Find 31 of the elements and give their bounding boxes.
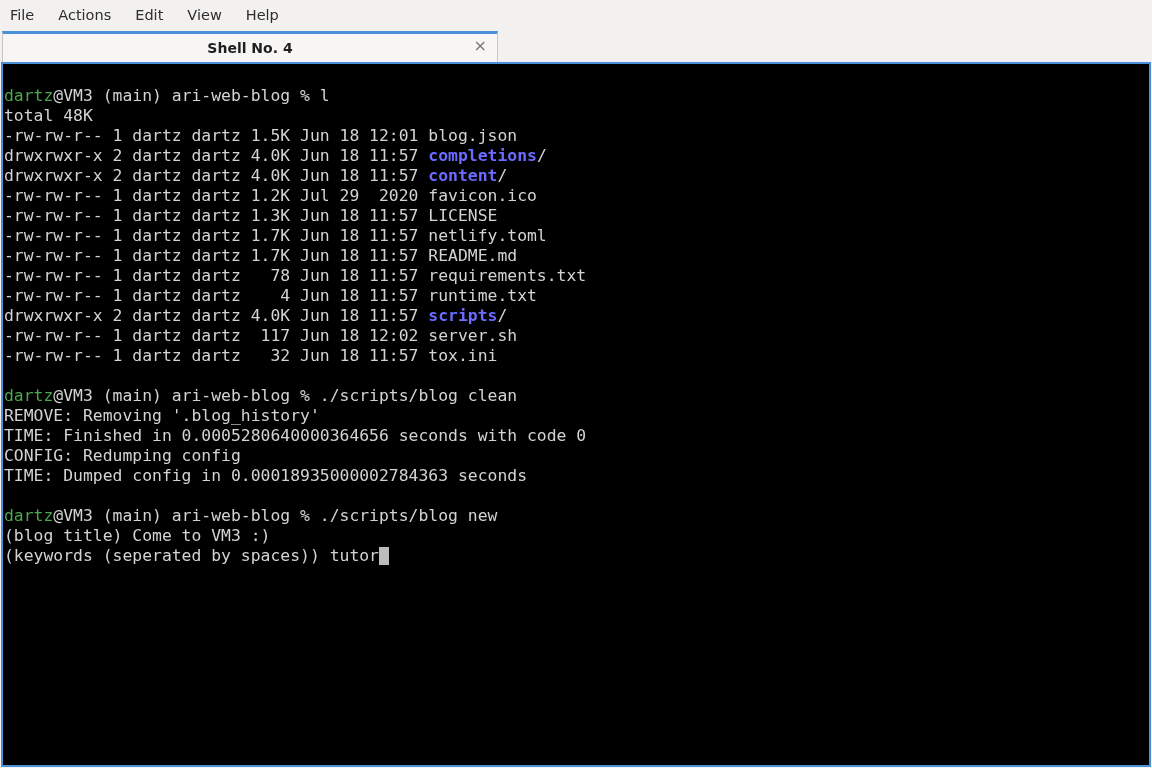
terminal-line: -rw-rw-r-- 1 dartz dartz 1.5K Jun 18 12:01 blog.json: [4, 126, 518, 146]
menu-item[interactable]: File: [10, 7, 35, 23]
terminal-line: total 48K: [4, 106, 93, 126]
terminal-line: -rw-rw-r-- 1 dartz dartz 32 Jun 18 11:57 tox.ini: [4, 346, 498, 366]
terminal-line: dartz@VM3 (main) ari-web-blog % l: [4, 86, 330, 106]
terminal-line: REMOVE: Removing '.blog_history': [4, 406, 320, 426]
terminal-line: dartz@VM3 (main) ari-web-blog % ./scripts/blog clean: [4, 386, 518, 406]
tab[interactable]: Shell No. 4 ×: [2, 31, 498, 62]
terminal-panel[interactable]: [1, 62, 1151, 767]
terminal-line: drwxrwxr-x 2 dartz dartz 4.0K Jun 18 11:57 scripts/: [4, 306, 508, 326]
terminal-line: -rw-rw-r-- 1 dartz dartz 78 Jun 18 11:57 requirements.txt: [4, 266, 587, 286]
menu-item[interactable]: View: [187, 7, 222, 23]
terminal-line: TIME: Finished in 0.0005280640000364656 seconds with code 0: [4, 426, 587, 446]
terminal-line: -rw-rw-r-- 1 dartz dartz 4 Jun 18 11:57 runtime.txt: [4, 286, 537, 306]
terminal-line: TIME: Dumped config in 0.00018935000002784363 seconds: [4, 466, 527, 486]
terminal-line: (keywords (seperated by spaces)) tutor: [4, 546, 379, 566]
menu-item[interactable]: Help: [245, 7, 279, 23]
menu-item[interactable]: Edit: [135, 7, 164, 23]
terminal-line: CONFIG: Redumping config: [4, 446, 241, 466]
terminal-line: -rw-rw-r-- 1 dartz dartz 1.3K Jun 18 11:57 LICENSE: [4, 206, 498, 226]
tab-label: Shell No. 4: [207, 40, 293, 56]
terminal-line: -rw-rw-r-- 1 dartz dartz 117 Jun 18 12:02 server.sh: [4, 326, 518, 346]
terminal-line: drwxrwxr-x 2 dartz dartz 4.0K Jun 18 11:57 content/: [4, 166, 508, 186]
close-button[interactable]: ×: [473, 36, 487, 55]
terminal-line: -rw-rw-r-- 1 dartz dartz 1.7K Jun 18 11:57 netlify.toml: [4, 226, 547, 246]
menu-item[interactable]: Actions: [58, 7, 112, 23]
terminal-line: (blog title) Come to VM3 :): [4, 526, 271, 546]
terminal-line: -rw-rw-r-- 1 dartz dartz 1.2K Jul 29 2020 favicon.ico: [4, 186, 537, 206]
terminal-line: dartz@VM3 (main) ari-web-blog % ./scripts/blog new: [4, 506, 498, 526]
terminal-line: drwxrwxr-x 2 dartz dartz 4.0K Jun 18 11:57 completions/: [4, 146, 547, 166]
terminal-line: -rw-rw-r-- 1 dartz dartz 1.7K Jun 18 11:57 README.md: [4, 246, 518, 266]
